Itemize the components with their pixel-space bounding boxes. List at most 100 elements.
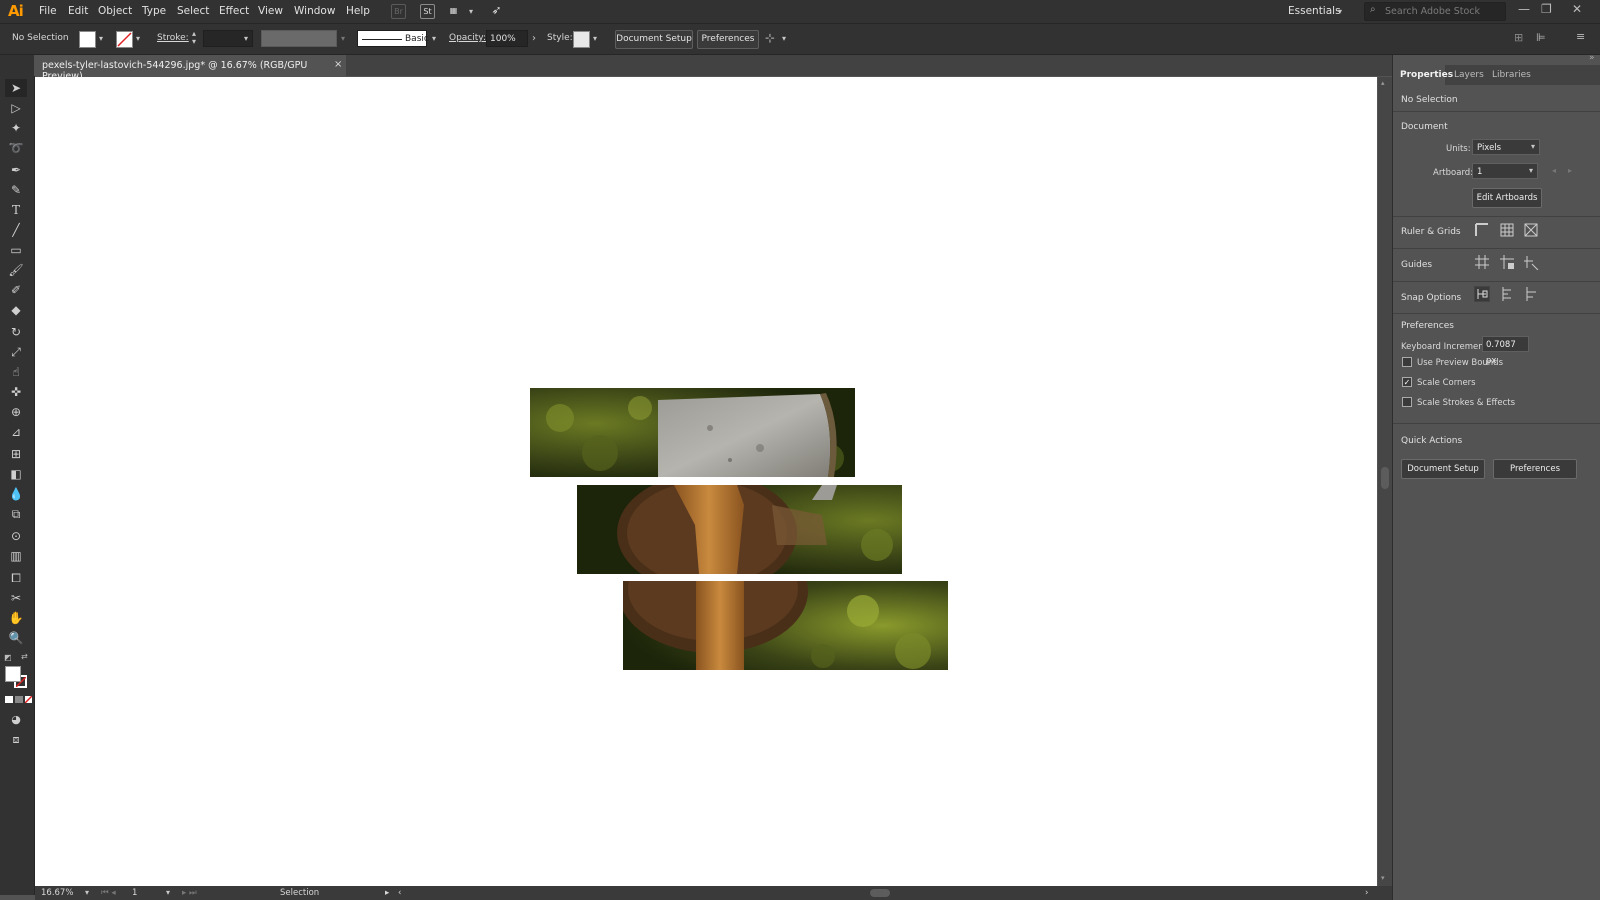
curvature-tool-icon[interactable]: ✎: [5, 181, 27, 199]
zoom-tool-icon[interactable]: 🔍: [5, 629, 27, 647]
direct-selection-tool-icon[interactable]: ▷: [5, 99, 27, 117]
restore-window-icon[interactable]: ❐: [1541, 2, 1552, 16]
image-strip-bottom[interactable]: [623, 581, 948, 670]
mesh-tool-icon[interactable]: ⊞: [5, 445, 27, 463]
snap-to-point-icon[interactable]: [1474, 286, 1490, 302]
preferences-button[interactable]: Preferences: [697, 30, 759, 49]
chevron-down-icon[interactable]: ▾: [85, 888, 89, 897]
collapse-panel-icon[interactable]: »: [1589, 53, 1595, 63]
chevron-down-icon[interactable]: ▾: [469, 7, 473, 16]
warp-tool-icon[interactable]: ☝: [5, 363, 27, 381]
arrange-documents-icon[interactable]: ▦: [447, 4, 460, 17]
tab-libraries[interactable]: Libraries: [1492, 70, 1531, 80]
fill-color-icon[interactable]: [5, 666, 21, 682]
close-tab-icon[interactable]: ×: [334, 59, 342, 70]
last-artboard-icon[interactable]: ▸ ⏭: [182, 888, 197, 898]
units-dropdown[interactable]: Pixels: [1472, 139, 1540, 155]
quick-document-setup-button[interactable]: Document Setup: [1401, 459, 1485, 479]
transform-icon[interactable]: ⊹: [765, 31, 775, 45]
chevron-down-icon[interactable]: ▾: [136, 34, 140, 43]
smart-guides-icon[interactable]: [1523, 254, 1539, 271]
scroll-down-icon[interactable]: ▾: [1381, 874, 1385, 882]
chevron-down-icon[interactable]: ▾: [244, 34, 248, 43]
align-panel-icon[interactable]: ⊞: [1514, 31, 1523, 44]
graphic-style-swatch[interactable]: [573, 31, 590, 48]
keyboard-increment-field[interactable]: 0.7087 px: [1482, 336, 1529, 366]
blend-tool-icon[interactable]: ⧉: [5, 505, 27, 523]
swap-fill-stroke-icon[interactable]: ⇄: [21, 652, 28, 661]
chevron-down-icon[interactable]: ▾: [1338, 7, 1342, 16]
stroke-label[interactable]: Stroke:: [157, 33, 189, 43]
show-grid-icon[interactable]: [1499, 222, 1515, 238]
menu-select[interactable]: Select: [177, 5, 209, 17]
opacity-field[interactable]: 100%: [486, 30, 528, 47]
eraser-tool-icon[interactable]: ◆: [5, 301, 27, 319]
scroll-up-icon[interactable]: ▴: [1381, 79, 1385, 87]
chevron-down-icon[interactable]: ▾: [1529, 166, 1533, 175]
lock-guides-icon[interactable]: [1499, 254, 1515, 270]
stock-icon[interactable]: St: [420, 4, 435, 19]
tab-layers[interactable]: Layers: [1454, 70, 1484, 80]
stroke-stepper-icon[interactable]: ▴ ▾: [192, 30, 196, 46]
paintbrush-tool-icon[interactable]: 🖌: [5, 261, 27, 279]
workspace-switcher[interactable]: Essentials: [1288, 5, 1341, 17]
shape-builder-tool-icon[interactable]: ⊕: [5, 403, 27, 421]
screen-mode-icon[interactable]: ⧈: [5, 731, 27, 749]
menu-view[interactable]: View: [258, 5, 283, 17]
bridge-icon[interactable]: Br: [391, 4, 406, 19]
slice-tool-icon[interactable]: ✂: [5, 589, 27, 607]
menu-file[interactable]: File: [39, 5, 57, 17]
perspective-grid-tool-icon[interactable]: ⊿: [5, 423, 27, 441]
transparency-grid-icon[interactable]: [1523, 222, 1539, 238]
chevron-down-icon[interactable]: ▾: [99, 34, 103, 43]
rectangle-tool-icon[interactable]: ▭: [5, 241, 27, 259]
draw-mode-icon[interactable]: ◕: [5, 711, 27, 729]
shaper-tool-icon[interactable]: ✐: [5, 281, 27, 299]
magic-wand-tool-icon[interactable]: ✦: [5, 119, 27, 137]
edit-artboards-button[interactable]: Edit Artboards: [1472, 188, 1542, 208]
menu-help[interactable]: Help: [346, 5, 370, 17]
document-tab[interactable]: pexels-tyler-lastovich-544296.jpg* @ 16.…: [34, 55, 346, 82]
line-segment-tool-icon[interactable]: ╱: [5, 221, 27, 239]
menu-type[interactable]: Type: [142, 5, 166, 17]
use-preview-bounds-checkbox[interactable]: [1402, 357, 1412, 367]
gradient-tool-icon[interactable]: ◧: [5, 465, 27, 483]
align-options-icon[interactable]: ⊫: [1536, 31, 1546, 44]
chevron-down-icon[interactable]: ▾: [432, 34, 436, 43]
symbol-sprayer-tool-icon[interactable]: ⊙: [5, 527, 27, 545]
first-artboard-icon[interactable]: ⏮ ◂: [101, 888, 116, 898]
rotate-tool-icon[interactable]: ↻: [5, 323, 27, 341]
chevron-down-icon[interactable]: ▾: [782, 34, 786, 43]
scale-strokes-checkbox[interactable]: [1402, 397, 1412, 407]
panel-menu-icon[interactable]: ≡: [1576, 30, 1585, 43]
artboard-number-field[interactable]: 1: [132, 888, 137, 898]
document-setup-button[interactable]: Document Setup: [615, 30, 693, 49]
variable-width-profile[interactable]: [261, 30, 337, 47]
artboard-canvas[interactable]: [35, 77, 1377, 886]
tab-properties[interactable]: Properties: [1400, 70, 1453, 80]
minimize-window-icon[interactable]: —: [1518, 2, 1530, 16]
snap-to-pixel-icon[interactable]: [1499, 286, 1515, 302]
chevron-down-icon[interactable]: ▾: [341, 34, 345, 43]
opacity-label[interactable]: Opacity:: [449, 33, 486, 43]
vertical-scroll-thumb[interactable]: [1381, 467, 1389, 489]
previous-artboard-icon[interactable]: ◂: [1552, 166, 1556, 175]
menu-edit[interactable]: Edit: [68, 5, 88, 17]
scroll-left-icon[interactable]: ‹: [398, 888, 401, 898]
scroll-right-icon[interactable]: ›: [1365, 888, 1368, 898]
default-fill-stroke-icon[interactable]: ◩: [4, 653, 12, 662]
search-stock-input[interactable]: ⌕ Search Adobe Stock: [1364, 2, 1506, 21]
next-artboard-icon[interactable]: ▸: [1568, 166, 1572, 175]
none-mode-icon[interactable]: [25, 696, 32, 703]
quick-preferences-button[interactable]: Preferences: [1493, 459, 1577, 479]
show-guides-icon[interactable]: [1474, 254, 1490, 270]
show-rulers-icon[interactable]: [1474, 222, 1490, 238]
status-menu-icon[interactable]: ▸: [385, 888, 389, 898]
horizontal-scroll-thumb[interactable]: [870, 889, 890, 897]
stroke-swatch[interactable]: [116, 31, 133, 48]
chevron-down-icon[interactable]: ▾: [166, 888, 170, 897]
color-mode-icon[interactable]: [5, 696, 13, 703]
snap-to-glyph-icon[interactable]: [1523, 286, 1539, 302]
gpu-performance-icon[interactable]: ➶: [490, 4, 503, 17]
brush-definition[interactable]: Basic: [357, 30, 429, 47]
